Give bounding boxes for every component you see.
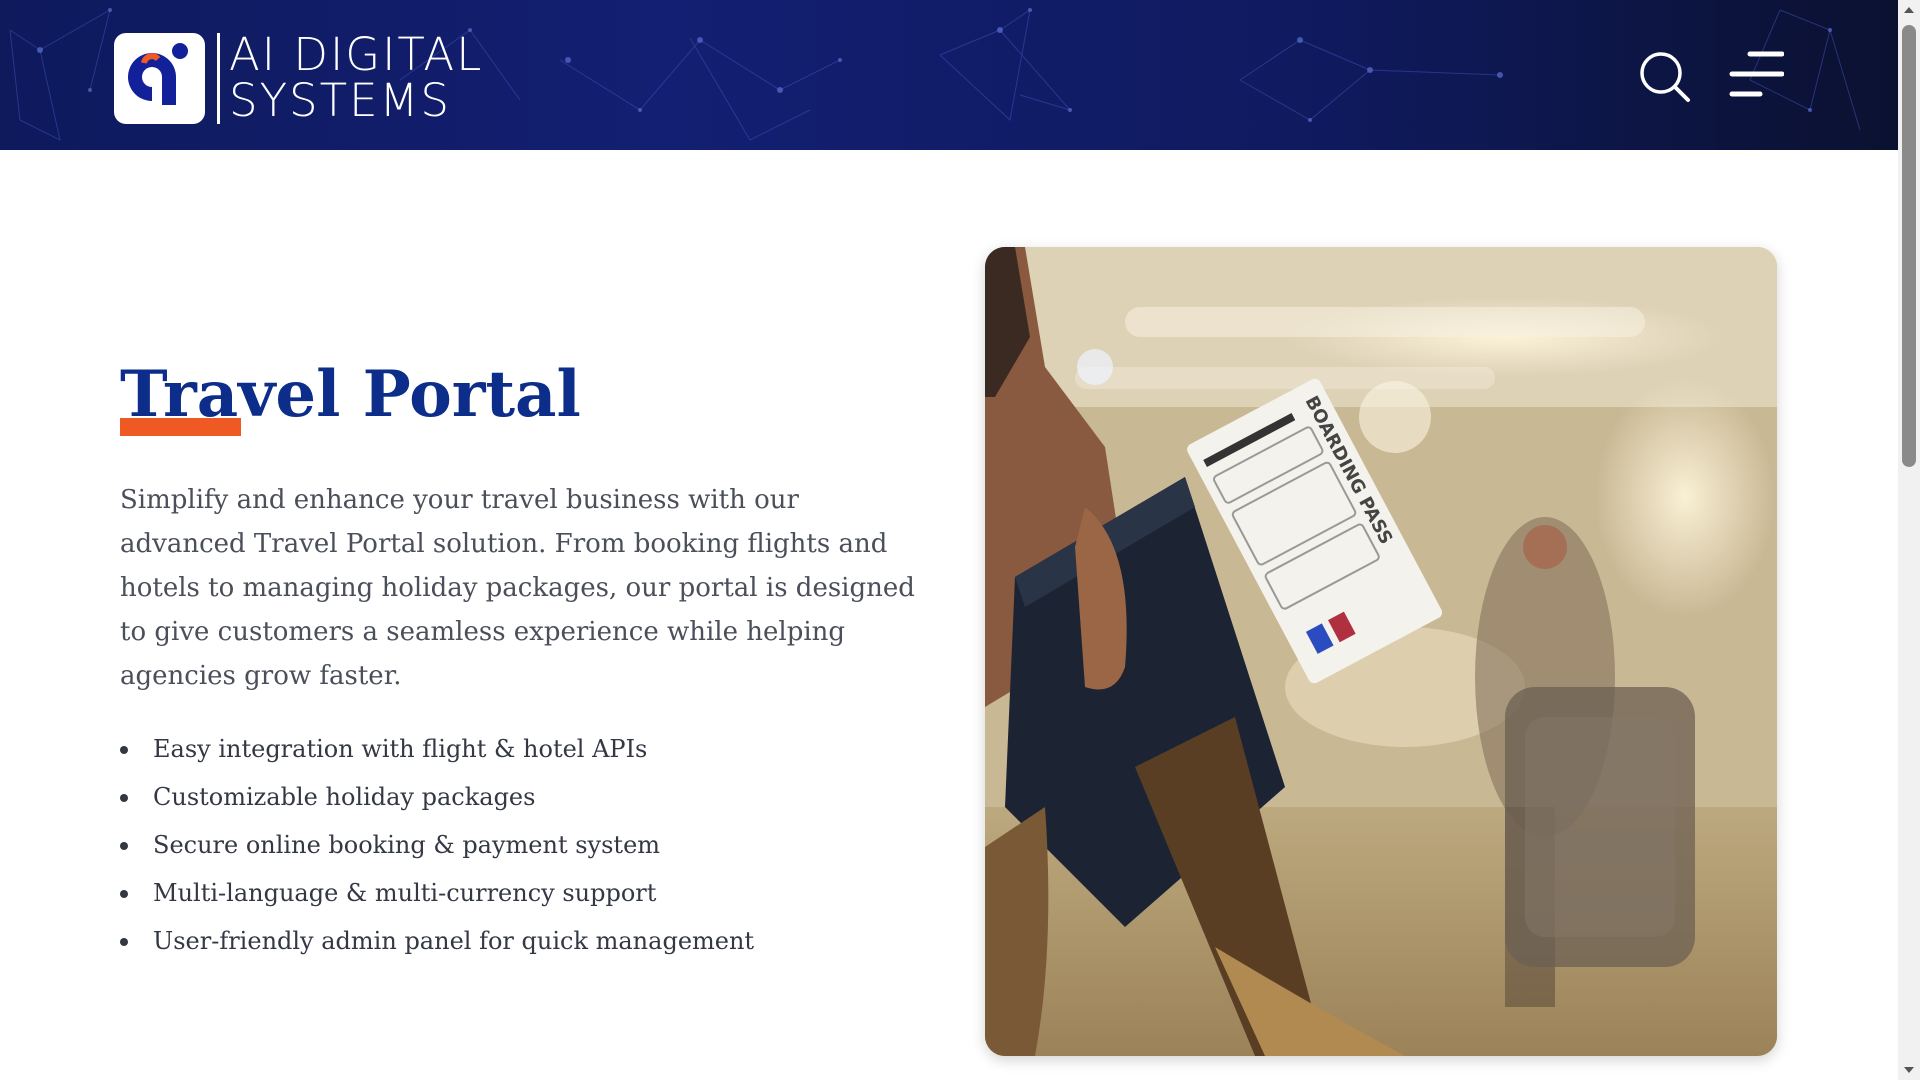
feature-text: Easy integration with flight & hotel API…	[153, 735, 648, 763]
list-item: Secure online booking & payment system	[120, 825, 940, 873]
page-title: Travel Portal	[120, 357, 581, 432]
logo-line-2: SYSTEMS	[229, 74, 451, 127]
logo-text[interactable]: AI DIGITAL SYSTEMS	[229, 32, 483, 124]
vertical-scrollbar[interactable]	[1898, 0, 1920, 1080]
bullet-icon	[120, 746, 128, 754]
scroll-up-arrow-icon[interactable]	[1898, 0, 1920, 20]
list-item: Easy integration with flight & hotel API…	[120, 729, 940, 777]
bullet-icon	[120, 890, 128, 898]
logo-mark-icon[interactable]	[114, 33, 205, 124]
feature-text: User-friendly admin panel for quick mana…	[153, 927, 755, 955]
search-button[interactable]	[1638, 50, 1692, 104]
logo-line-1: AI DIGITAL	[229, 28, 484, 81]
feature-text: Multi-language & multi-currency support	[153, 879, 657, 907]
list-item: Multi-language & multi-currency support	[120, 873, 940, 921]
list-item: User-friendly admin panel for quick mana…	[120, 921, 940, 969]
scroll-thumb[interactable]	[1902, 25, 1916, 467]
airport-scene-illustration: BOARDING PASS	[985, 247, 1777, 1056]
bullet-icon	[120, 794, 128, 802]
feature-text: Secure online booking & payment system	[153, 831, 661, 859]
scroll-down-arrow-icon[interactable]	[1898, 1060, 1920, 1080]
intro-paragraph: Simplify and enhance your travel busines…	[120, 485, 915, 691]
menu-button[interactable]	[1728, 50, 1785, 100]
menu-icon	[1729, 51, 1785, 97]
feature-list: Easy integration with flight & hotel API…	[120, 729, 940, 969]
bullet-icon	[120, 842, 128, 850]
search-icon	[1640, 52, 1690, 102]
logo-divider	[217, 33, 220, 124]
feature-text: Customizable holiday packages	[153, 783, 536, 811]
site-header: AI DIGITAL SYSTEMS	[0, 0, 1898, 150]
travel-photo: BOARDING PASS	[985, 247, 1777, 1056]
list-item: Customizable holiday packages	[120, 777, 940, 825]
bullet-icon	[120, 938, 128, 946]
